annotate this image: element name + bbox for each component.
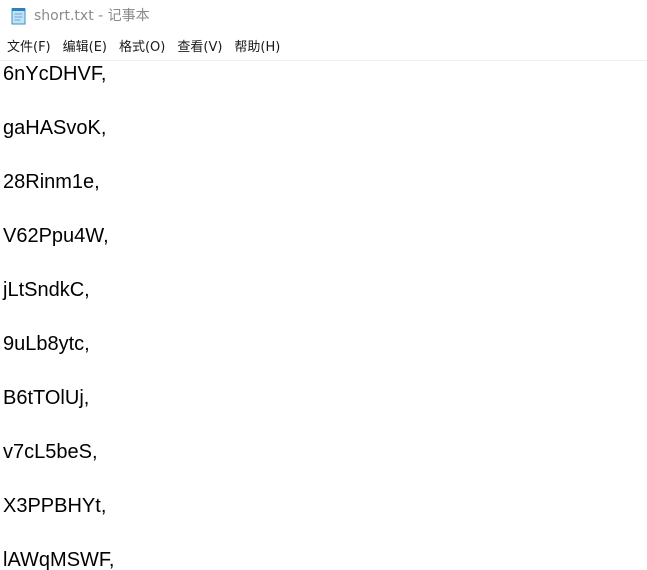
text-line: X3PPBHYt, bbox=[3, 495, 107, 517]
text-line: 9uLb8ytc, bbox=[3, 333, 90, 355]
text-editor[interactable]: 6nYcDHVF, gaHASvoK, 28Rinm1e, V62Ppu4W, … bbox=[0, 61, 647, 570]
notepad-window: short.txt - 记事本 文件(F) 编辑(E) 格式(O) 查看(V) … bbox=[0, 0, 647, 570]
text-line: V62Ppu4W, bbox=[3, 225, 109, 247]
text-line: lAWqMSWF, bbox=[3, 549, 115, 570]
notepad-icon bbox=[10, 7, 28, 25]
title-bar[interactable]: short.txt - 记事本 bbox=[0, 0, 647, 33]
text-line: 6nYcDHVF, bbox=[3, 63, 107, 85]
text-line: v7cL5beS, bbox=[3, 441, 98, 463]
menu-view[interactable]: 查看(V) bbox=[171, 37, 228, 59]
menu-bar: 文件(F) 编辑(E) 格式(O) 查看(V) 帮助(H) bbox=[0, 36, 647, 60]
menu-edit[interactable]: 编辑(E) bbox=[57, 37, 113, 59]
text-line: gaHASvoK, bbox=[3, 117, 107, 139]
menu-file[interactable]: 文件(F) bbox=[1, 37, 57, 59]
text-line: jLtSndkC, bbox=[3, 279, 90, 301]
window-title: short.txt - 记事本 bbox=[34, 8, 150, 24]
text-line: 28Rinm1e, bbox=[3, 171, 100, 193]
menu-format[interactable]: 格式(O) bbox=[113, 37, 171, 59]
menu-help[interactable]: 帮助(H) bbox=[228, 37, 286, 59]
text-line: B6tTOlUj, bbox=[3, 387, 90, 409]
